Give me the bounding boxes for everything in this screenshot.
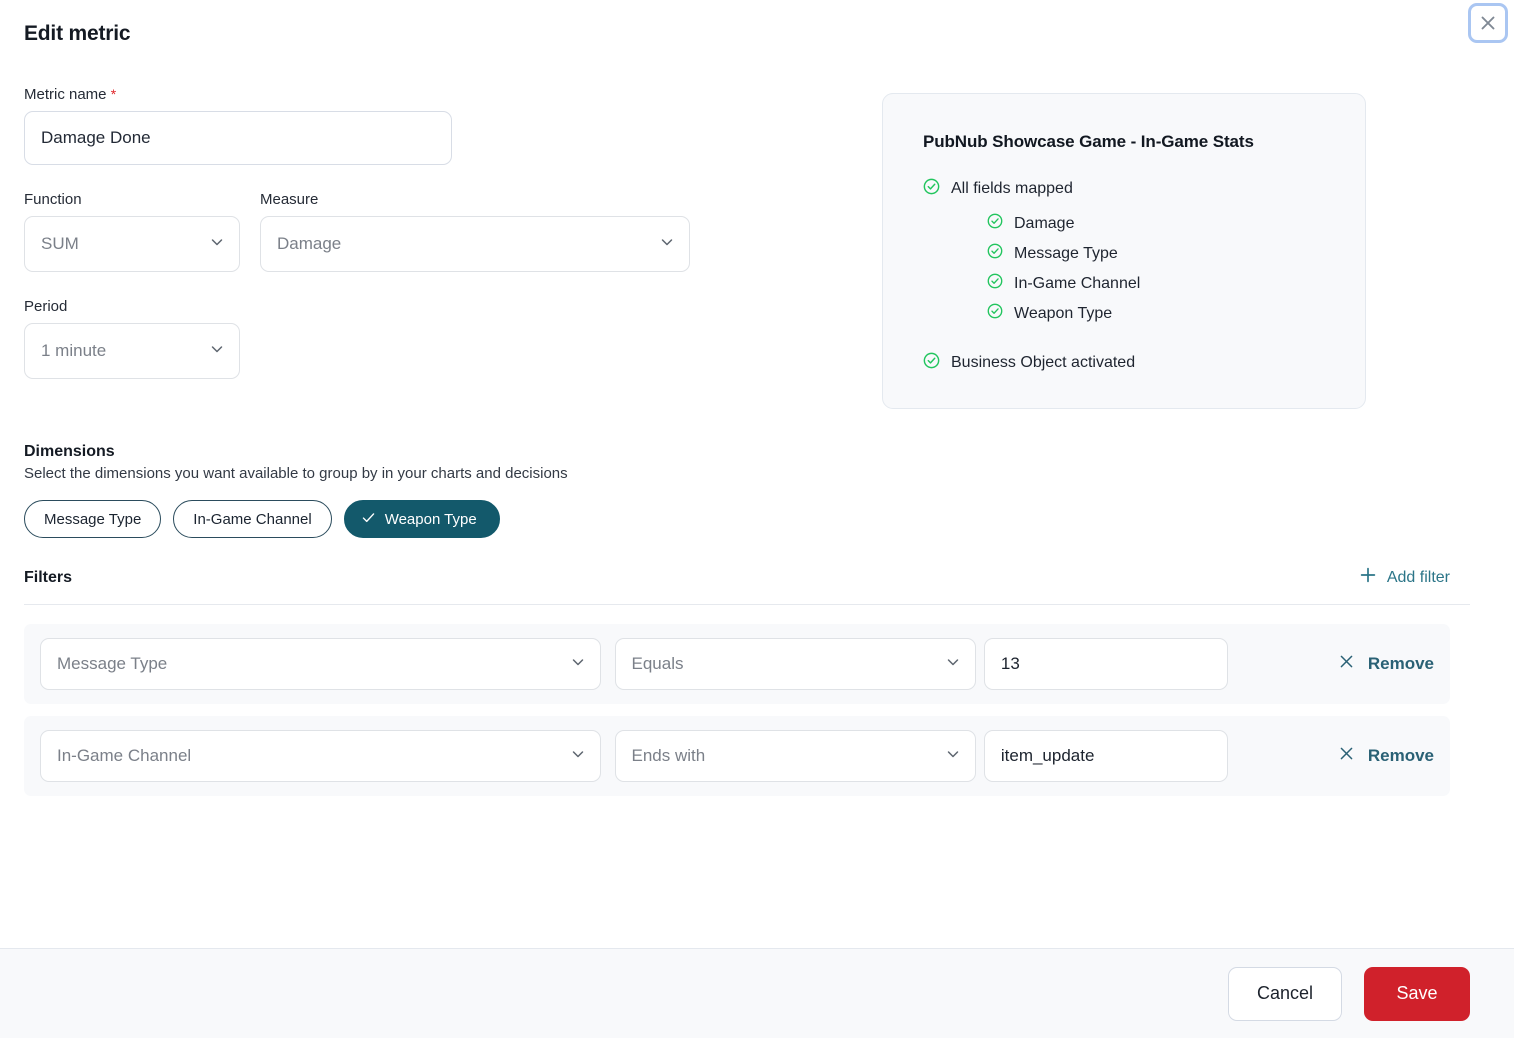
measure-field: Measure Damage — [260, 191, 690, 272]
metric-name-input[interactable] — [24, 111, 452, 165]
metric-name-label-text: Metric name — [24, 86, 107, 103]
function-select[interactable]: SUM — [24, 216, 240, 272]
metric-form: Metric name * Function SUM — [22, 86, 882, 379]
measure-label: Measure — [260, 191, 690, 208]
chevron-down-icon — [659, 234, 675, 255]
filter-operator-select[interactable]: Ends with — [615, 730, 976, 782]
filters-header: Filters Add filter — [24, 566, 1470, 605]
chevron-down-icon — [209, 341, 225, 362]
filter-value-input[interactable] — [984, 730, 1228, 782]
filters-heading: Filters — [24, 569, 72, 587]
check-circle-icon — [923, 178, 940, 200]
function-select-wrap: SUM — [24, 216, 240, 272]
chevron-down-icon — [570, 654, 586, 675]
dimension-chip-label: Message Type — [44, 511, 141, 528]
dimensions-section: Dimensions Select the dimensions you wan… — [22, 443, 1470, 538]
dimensions-description: Select the dimensions you want available… — [24, 465, 1470, 482]
close-icon — [1478, 13, 1498, 33]
all-fields-mapped-label: All fields mapped — [951, 180, 1073, 198]
filter-operator-value: Equals — [632, 654, 937, 674]
dialog-body: Edit metric Metric name * Function SUM — [0, 0, 1514, 948]
chevron-down-icon — [945, 746, 961, 767]
measure-select-wrap: Damage — [260, 216, 690, 272]
info-column: PubNub Showcase Game - In-Game Stats All… — [882, 86, 1470, 409]
filter-field-value: Message Type — [57, 654, 562, 674]
metric-name-label: Metric name * — [24, 86, 882, 103]
chevron-down-icon — [570, 746, 586, 767]
filter-rows: Message Type Equals — [24, 624, 1470, 796]
chevron-down-icon — [945, 654, 961, 675]
remove-filter-button[interactable]: Remove — [1338, 653, 1434, 675]
check-circle-icon — [987, 213, 1003, 234]
function-measure-row: Function SUM — [24, 191, 882, 272]
filter-operator-select[interactable]: Equals — [615, 638, 976, 690]
close-button[interactable] — [1468, 3, 1508, 43]
business-object-activated-row: Business Object activated — [923, 352, 1325, 374]
dimension-chip-message-type[interactable]: Message Type — [24, 500, 161, 538]
add-filter-button[interactable]: Add filter — [1359, 566, 1450, 589]
filter-value-input[interactable] — [984, 638, 1228, 690]
add-filter-label: Add filter — [1387, 569, 1450, 587]
save-button[interactable]: Save — [1364, 967, 1470, 1021]
measure-select-value: Damage — [277, 234, 651, 254]
mapped-field-label: Message Type — [1014, 245, 1118, 263]
function-label: Function — [24, 191, 240, 208]
function-field: Function SUM — [24, 191, 240, 272]
close-icon — [1338, 653, 1355, 675]
period-select-value: 1 minute — [41, 341, 201, 361]
mapped-field-label: Weapon Type — [1014, 305, 1112, 323]
chevron-down-icon — [209, 234, 225, 255]
business-object-panel: PubNub Showcase Game - In-Game Stats All… — [882, 93, 1366, 409]
dimension-chip-label: In-Game Channel — [193, 511, 311, 528]
period-select[interactable]: 1 minute — [24, 323, 240, 379]
mapped-field-row: Weapon Type — [987, 303, 1325, 324]
close-icon — [1338, 745, 1355, 767]
period-field: Period 1 minute — [24, 298, 882, 379]
remove-filter-label: Remove — [1368, 654, 1434, 674]
check-circle-icon — [923, 352, 940, 374]
check-circle-icon — [987, 273, 1003, 294]
mapped-field-row: Message Type — [987, 243, 1325, 264]
measure-select[interactable]: Damage — [260, 216, 690, 272]
remove-filter-button[interactable]: Remove — [1338, 745, 1434, 767]
check-circle-icon — [987, 243, 1003, 264]
cancel-button[interactable]: Cancel — [1228, 967, 1342, 1021]
top-area: Metric name * Function SUM — [22, 86, 1470, 409]
mapped-field-row: Damage — [987, 213, 1325, 234]
required-marker: * — [111, 86, 116, 102]
business-object-title: PubNub Showcase Game - In-Game Stats — [923, 132, 1325, 152]
period-label: Period — [24, 298, 882, 315]
function-select-value: SUM — [41, 234, 201, 254]
check-circle-icon — [987, 303, 1003, 324]
filter-field-select[interactable]: Message Type — [40, 638, 601, 690]
mapped-field-label: Damage — [1014, 215, 1074, 233]
all-fields-mapped-row: All fields mapped — [923, 178, 1325, 200]
filter-field-select[interactable]: In-Game Channel — [40, 730, 601, 782]
mapped-field-label: In-Game Channel — [1014, 275, 1140, 293]
page-title: Edit metric — [22, 22, 1470, 46]
filter-operator-value: Ends with — [632, 746, 937, 766]
edit-metric-dialog: Edit metric Metric name * Function SUM — [0, 0, 1514, 1038]
dimension-chip-in-game-channel[interactable]: In-Game Channel — [173, 500, 331, 538]
filter-field-value: In-Game Channel — [57, 746, 562, 766]
remove-filter-label: Remove — [1368, 746, 1434, 766]
dimension-chip-label: Weapon Type — [385, 511, 477, 528]
dialog-footer: Cancel Save — [0, 948, 1514, 1038]
dimension-chip-weapon-type[interactable]: Weapon Type — [344, 500, 500, 538]
filters-section: Filters Add filter Message Type — [22, 566, 1470, 796]
plus-icon — [1359, 566, 1377, 589]
business-object-activated-label: Business Object activated — [951, 354, 1135, 372]
mapped-field-row: In-Game Channel — [987, 273, 1325, 294]
filter-row: In-Game Channel Ends with — [24, 716, 1450, 796]
period-select-wrap: 1 minute — [24, 323, 240, 379]
dimension-chips: Message Type In-Game Channel Weapon Type — [24, 500, 1470, 538]
dimensions-heading: Dimensions — [24, 443, 1470, 461]
check-icon — [361, 510, 376, 529]
filter-row: Message Type Equals — [24, 624, 1450, 704]
